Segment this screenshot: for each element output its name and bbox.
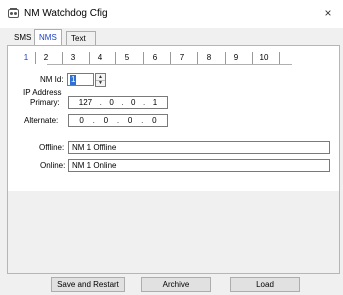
- primary-label: Primary:: [30, 98, 60, 107]
- empty-area: [8, 191, 339, 273]
- subtab-7[interactable]: 7: [175, 51, 189, 65]
- alternate-octet-3: 0: [127, 116, 133, 125]
- subtab-1[interactable]: 1: [19, 51, 33, 65]
- archive-button[interactable]: Archive: [141, 277, 211, 292]
- subtab-divider: [115, 52, 116, 64]
- nm-id-stepper[interactable]: ▲ ▼: [95, 73, 106, 87]
- online-label: Online:: [40, 161, 66, 170]
- subtab-divider: [252, 52, 253, 64]
- alternate-label: Alternate:: [24, 116, 59, 125]
- online-field[interactable]: NM 1 Online: [68, 159, 330, 172]
- alternate-ip-field[interactable]: 0. 0. 0. 0: [68, 114, 168, 127]
- save-and-restart-button[interactable]: Save and Restart: [51, 277, 125, 292]
- config-window: NM Watchdog Cfig × SMS NMS Text Relay 1 …: [0, 0, 343, 295]
- subtab-divider: [170, 52, 171, 64]
- subtab-3[interactable]: 3: [66, 51, 80, 65]
- subtab-divider: [35, 52, 36, 64]
- close-icon[interactable]: ×: [321, 6, 335, 20]
- subtab-baseline: [47, 64, 292, 65]
- offline-field[interactable]: NM 1 Offline: [68, 141, 330, 154]
- tab-text-relay[interactable]: Text Relay: [66, 31, 97, 56]
- subtab-2[interactable]: 2: [39, 51, 53, 65]
- subtab-6[interactable]: 6: [148, 51, 162, 65]
- subtab-divider: [197, 52, 198, 64]
- app-icon: [8, 8, 19, 19]
- window-title: NM Watchdog Cfig: [24, 8, 108, 19]
- primary-octet-3: 0: [131, 98, 136, 107]
- subtab-divider: [62, 52, 63, 64]
- subtab-5[interactable]: 5: [120, 51, 134, 65]
- tab-sms[interactable]: SMS: [10, 31, 35, 44]
- subtab-4[interactable]: 4: [93, 51, 107, 65]
- primary-octet-1: 127: [78, 98, 93, 107]
- subtab-10[interactable]: 10: [255, 51, 273, 65]
- subtab-divider: [279, 52, 280, 64]
- primary-octet-4: 1: [152, 98, 158, 107]
- nm-id-field[interactable]: 1: [67, 73, 94, 86]
- subtab-9[interactable]: 9: [229, 51, 243, 65]
- spin-down-icon[interactable]: ▼: [96, 80, 105, 86]
- offline-label: Offline:: [39, 143, 65, 152]
- alternate-octet-2: 0: [103, 116, 109, 125]
- alternate-octet-1: 0: [79, 116, 84, 125]
- subtab-divider: [89, 52, 90, 64]
- subtab-divider: [143, 52, 144, 64]
- title-bar: NM Watchdog Cfig ×: [0, 0, 343, 28]
- load-button[interactable]: Load: [230, 277, 300, 292]
- alternate-octet-4: 0: [152, 116, 157, 125]
- nm-id-label: NM Id:: [40, 75, 64, 84]
- subtab-divider: [225, 52, 226, 64]
- tab-nms[interactable]: NMS: [34, 29, 62, 46]
- primary-octet-2: 0: [109, 98, 114, 107]
- subtab-8[interactable]: 8: [202, 51, 216, 65]
- nm-id-value: 1: [70, 75, 77, 85]
- primary-ip-field[interactable]: 127. 0. 0. 1: [68, 96, 168, 109]
